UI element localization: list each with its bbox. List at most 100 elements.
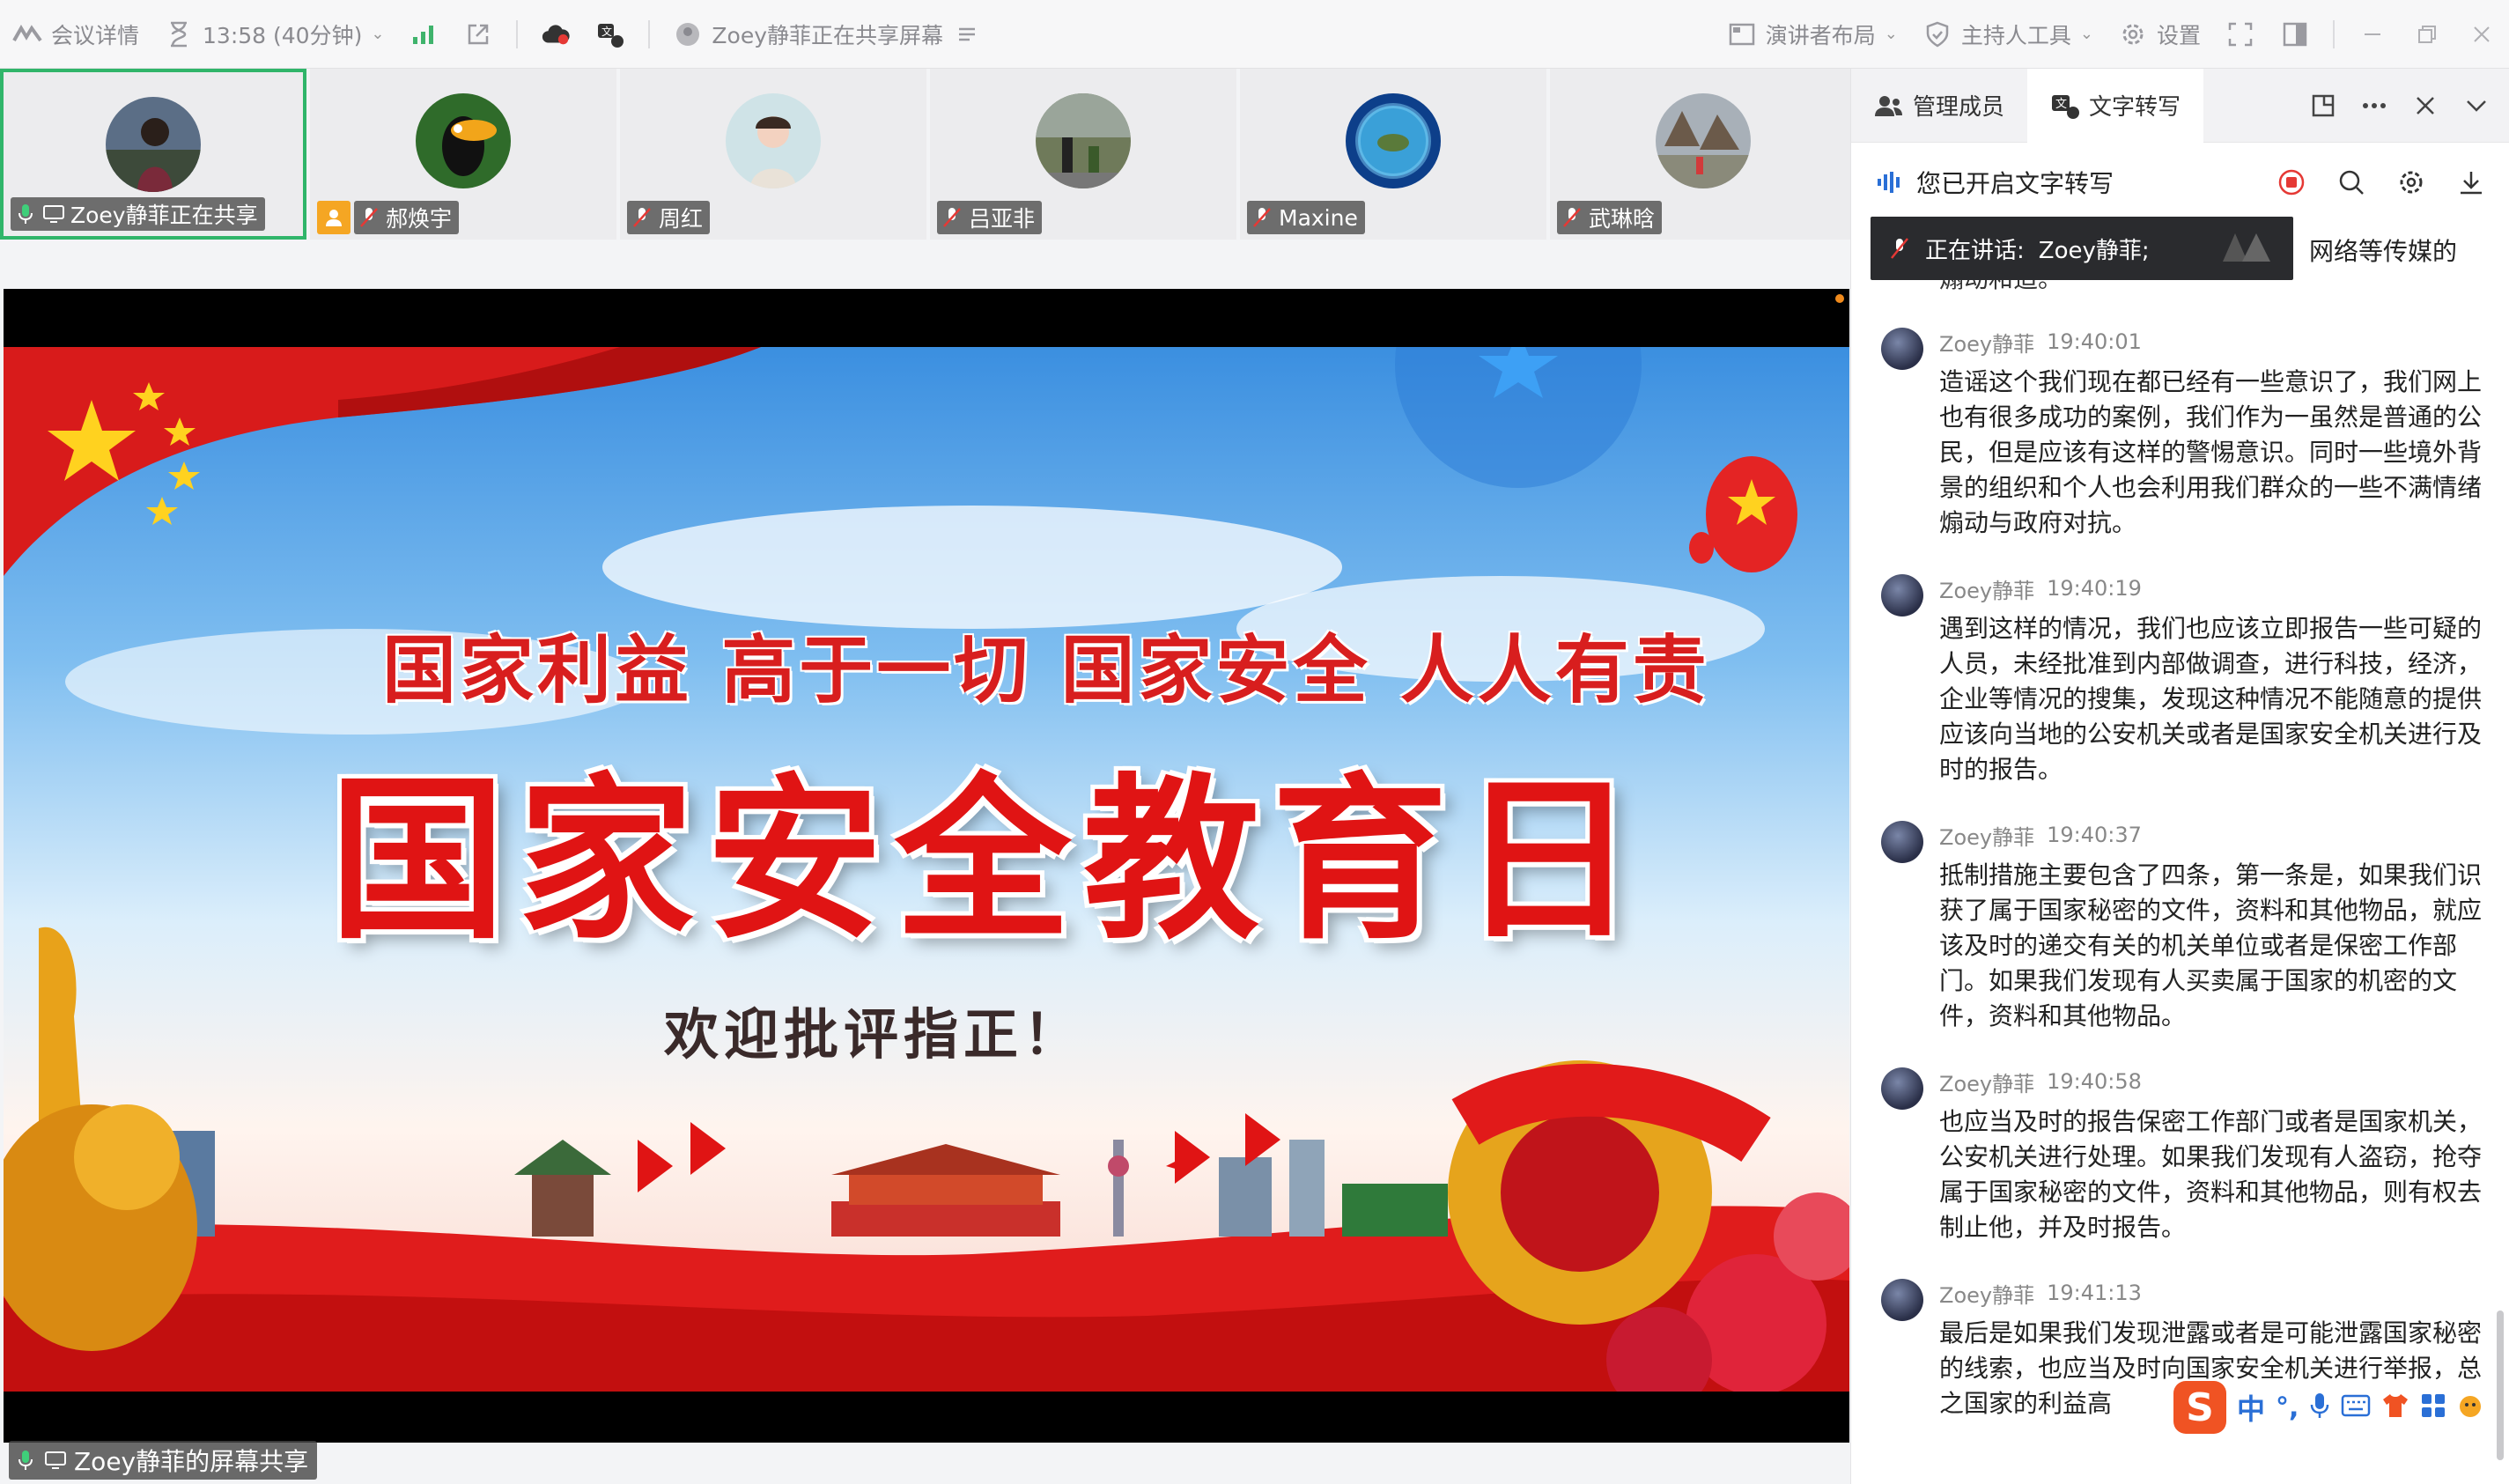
close-window-button[interactable] bbox=[2454, 0, 2509, 69]
sharing-status[interactable]: Zoey静菲正在共享屏幕 bbox=[660, 0, 994, 69]
participant-nametag: Maxine bbox=[1247, 201, 1365, 234]
shield-icon bbox=[1922, 19, 1952, 49]
shared-screen[interactable]: 国家利益 高于一切 国家安全 人人有责 国家安全教育日 欢迎批评指正！ bbox=[4, 289, 1849, 1443]
participant-tile[interactable]: 周红 bbox=[620, 69, 926, 240]
transcript-entry: Zoey静菲 19:40:19 遇到这样的情况，我们也应该立即报告一些可疑的人员… bbox=[1851, 571, 2509, 787]
participant-tile[interactable]: 武琳晗 bbox=[1550, 69, 1856, 240]
entry-time: 19:41:13 bbox=[2047, 1281, 2142, 1305]
tab-transcript[interactable]: 文 文字转写 bbox=[2027, 68, 2204, 143]
slide-welcome-text: 欢迎批评指正！ bbox=[664, 1002, 1084, 1067]
mic-muted-icon bbox=[631, 206, 653, 229]
avatar bbox=[1036, 93, 1131, 188]
menu-lines-icon bbox=[952, 19, 982, 49]
speaking-label: 正在讲话: bbox=[1925, 237, 2025, 264]
cloud-record-icon bbox=[541, 19, 571, 49]
participant-nametag: 武琳晗 bbox=[1557, 201, 1663, 234]
signal-icon bbox=[409, 19, 439, 49]
screen-share-label-text: Zoey静菲的屏幕共享 bbox=[74, 1447, 309, 1476]
gear-icon[interactable] bbox=[2396, 167, 2426, 197]
participant-tile[interactable]: 吕亚非 bbox=[930, 69, 1236, 240]
waveform-icon bbox=[2223, 230, 2276, 268]
meeting-time-label: 13:58 (40分钟) bbox=[203, 22, 363, 48]
network-signal[interactable] bbox=[396, 0, 451, 69]
tab-members[interactable]: 管理成员 bbox=[1851, 69, 2027, 143]
minimize-icon bbox=[2358, 19, 2387, 49]
meeting-details-button[interactable]: 会议详情 bbox=[0, 0, 151, 69]
transcript-actions bbox=[2277, 167, 2486, 197]
mic-muted-icon bbox=[1561, 206, 1583, 229]
participant-nametag: 吕亚非 bbox=[937, 201, 1043, 234]
participant-tile[interactable]: Zoey静菲正在共享 bbox=[0, 69, 306, 240]
slide-slogan: 国家利益 高于一切 国家安全 人人有责 bbox=[382, 627, 1710, 713]
skin-icon[interactable] bbox=[2381, 1392, 2409, 1422]
entry-meta: Zoey静菲 19:40:58 bbox=[1939, 1064, 2483, 1099]
entry-speaker: Zoey静菲 bbox=[1939, 331, 2035, 357]
mic-muted-icon bbox=[358, 206, 380, 229]
mascot-icon[interactable] bbox=[2457, 1392, 2483, 1422]
entry-text: 遇到这样的情况，我们也应该立即报告一些可疑的人员，未经批准到内部做调查，进行科技… bbox=[1939, 614, 2483, 784]
participant-tile[interactable]: Maxine bbox=[1240, 69, 1546, 240]
cloud-record-button[interactable] bbox=[528, 0, 583, 69]
microphone-icon[interactable] bbox=[2309, 1392, 2330, 1423]
entry-time: 19:40:01 bbox=[2047, 329, 2142, 354]
avatar bbox=[1881, 328, 1923, 370]
transcript-entry: Zoey静菲 19:40:01 造谣这个我们现在都已经有一些意识了，我们网上也有… bbox=[1851, 324, 2509, 541]
more-icon[interactable] bbox=[2359, 91, 2389, 121]
chevron-down-icon[interactable] bbox=[2461, 91, 2491, 121]
minimize-button[interactable] bbox=[2345, 0, 2400, 69]
apps-grid-icon[interactable] bbox=[2420, 1392, 2446, 1422]
participant-nametag: 郝焕宇 bbox=[354, 201, 460, 234]
meeting-time[interactable]: 13:58 (40分钟) ⌄ bbox=[151, 0, 396, 69]
fullscreen-button[interactable] bbox=[2213, 0, 2268, 69]
top-toolbar-right: 演讲者布局 ⌄ 主持人工具 ⌄ 设置 bbox=[1715, 0, 2509, 69]
avatar bbox=[1881, 821, 1923, 863]
slide-title: 国家安全教育日 bbox=[329, 758, 1649, 963]
sidebar-toggle-button[interactable] bbox=[2268, 0, 2322, 69]
popout-button[interactable] bbox=[451, 0, 505, 69]
divider bbox=[648, 19, 651, 48]
meeting-details-label: 会议详情 bbox=[51, 22, 140, 48]
popout-icon[interactable] bbox=[2308, 91, 2338, 121]
transcript-header: 您已开启文字转写 bbox=[1851, 143, 2509, 222]
search-icon[interactable] bbox=[2336, 167, 2366, 197]
participant-name: 郝焕宇 bbox=[386, 206, 453, 232]
entry-speaker: Zoey静菲 bbox=[1939, 1071, 2035, 1096]
host-tools-button[interactable]: 主持人工具 ⌄ bbox=[1910, 0, 2106, 69]
avatar bbox=[1881, 574, 1923, 616]
participant-name: 吕亚非 bbox=[969, 206, 1036, 232]
ime-toolbar[interactable]: S 中 °, bbox=[2166, 1379, 2491, 1436]
punctuation-icon[interactable]: °, bbox=[2276, 1392, 2299, 1423]
participant-name: Zoey静菲正在共享 bbox=[70, 203, 258, 228]
sogou-logo-icon[interactable]: S bbox=[2173, 1381, 2226, 1434]
close-icon[interactable] bbox=[2410, 91, 2440, 121]
entry-time: 19:40:19 bbox=[2047, 576, 2142, 601]
gear-icon bbox=[2118, 19, 2148, 49]
settings-label: 设置 bbox=[2156, 22, 2201, 48]
close-icon bbox=[2467, 19, 2497, 49]
microphone-icon bbox=[14, 203, 37, 225]
settings-button[interactable]: 设置 bbox=[2106, 0, 2213, 69]
avatar bbox=[106, 97, 201, 192]
members-icon bbox=[1874, 91, 1904, 121]
entry-text: 也应当及时的报告保密工作部门或者是国家机关，公安机关进行处理。如果我们发现有人盗… bbox=[1939, 1107, 2483, 1242]
avatar bbox=[1656, 93, 1751, 188]
soundwave-icon bbox=[1874, 167, 1904, 197]
speaker-layout-button[interactable]: 演讲者布局 ⌄ bbox=[1715, 0, 1910, 69]
restore-button[interactable] bbox=[2400, 0, 2454, 69]
stop-record-icon[interactable] bbox=[2277, 167, 2306, 197]
svg-text:文: 文 bbox=[2055, 97, 2067, 110]
participant-tile[interactable]: 郝焕宇 bbox=[310, 69, 616, 240]
participant-strip: Zoey静菲正在共享 郝焕宇 周红 吕亚非 Maxine 武琳晗 bbox=[0, 69, 1856, 240]
transcript-entry: Zoey静菲 19:40:58 也应当及时的报告保密工作部门或者是国家机关，公安… bbox=[1851, 1064, 2509, 1245]
transcript-toggle-button[interactable]: 文 bbox=[583, 0, 638, 69]
transcript-scrollbar[interactable] bbox=[2497, 1310, 2504, 1460]
speaking-name: Zoey静菲; bbox=[2038, 237, 2150, 264]
screen-share-icon bbox=[42, 203, 65, 225]
microphone-icon bbox=[14, 1449, 37, 1472]
ime-language[interactable]: 中 bbox=[2237, 1387, 2265, 1428]
download-icon[interactable] bbox=[2456, 167, 2486, 197]
entry-meta: Zoey静菲 19:40:19 bbox=[1939, 571, 2483, 606]
panel-tabs: 管理成员 文 文字转写 bbox=[1851, 68, 2509, 143]
entry-time: 19:40:58 bbox=[2047, 1069, 2142, 1094]
keyboard-icon[interactable] bbox=[2341, 1394, 2371, 1421]
